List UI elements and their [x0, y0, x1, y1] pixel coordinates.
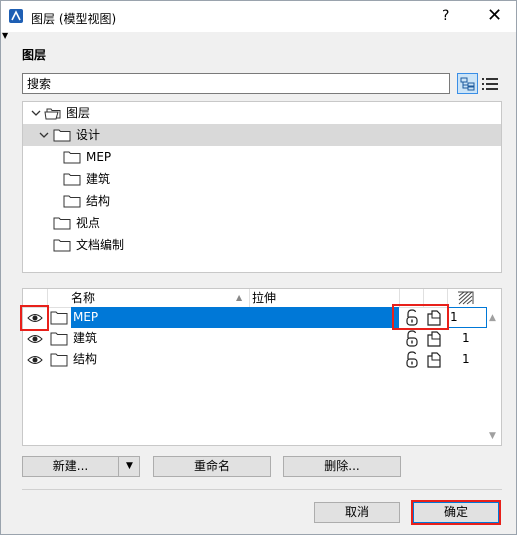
tree-item-mep[interactable]: MEP	[23, 146, 501, 168]
row-name: MEP	[73, 310, 99, 324]
cancel-button[interactable]: 取消	[314, 502, 400, 523]
folder-stack-icon	[44, 108, 61, 120]
list-view-icon[interactable]	[482, 76, 498, 92]
highlight-box-ok	[411, 500, 501, 525]
tree-item-architecture[interactable]: 建筑	[23, 168, 501, 190]
row-name[interactable]: 结构	[73, 349, 97, 370]
window-title: 图层 (模型视图)	[31, 12, 117, 26]
tree-item-documentation[interactable]: 文档编制	[23, 234, 501, 256]
tree-item-label: 图层	[66, 106, 91, 120]
folder-icon	[53, 129, 71, 142]
number-field-focus[interactable]	[447, 307, 487, 328]
table-row[interactable]: 结构 1	[23, 349, 485, 370]
chevron-down-icon[interactable]	[39, 130, 49, 140]
hatch-pattern-icon	[458, 291, 474, 305]
column-header-extend[interactable]: 拉伸	[252, 289, 277, 308]
chevron-down-icon[interactable]: ▼	[120, 457, 139, 476]
row-number[interactable]: 1	[462, 328, 470, 349]
column-divider	[249, 289, 250, 307]
folder-icon	[50, 353, 68, 367]
tree-item-label: 文档编制	[76, 238, 125, 252]
tree-item-label: 建筑	[86, 172, 111, 186]
chevron-down-icon[interactable]	[31, 108, 41, 118]
folder-icon	[50, 332, 68, 346]
sort-ascending-icon: ▲	[236, 289, 243, 308]
new-layer-button[interactable]: 新建... ▼	[22, 456, 140, 477]
collapse-arrow-icon[interactable]: ▼	[2, 31, 8, 40]
tree-view-icon	[460, 77, 475, 91]
eye-icon[interactable]	[27, 354, 43, 366]
wireframe-toggle-icon[interactable]	[427, 351, 441, 368]
folder-icon	[63, 173, 81, 186]
folder-icon	[53, 239, 71, 252]
folder-icon	[53, 217, 71, 230]
divider	[22, 489, 502, 490]
new-layer-label: 新建...	[52, 459, 89, 473]
tree-item-structure[interactable]: 结构	[23, 190, 501, 212]
tree-item-viewpoint[interactable]: 视点	[23, 212, 501, 234]
layer-tree[interactable]: 图层 设计 MEP 建筑 结构 视点 文档编制	[22, 101, 502, 273]
section-title: 图层	[22, 48, 47, 62]
tree-item-layers[interactable]: 图层	[23, 102, 501, 124]
layers-dialog: 图层 (模型视图) ? ✕ ▼ 图层 图层 设计	[0, 0, 517, 535]
app-icon	[9, 9, 23, 23]
scroll-up-button[interactable]: ▲	[489, 313, 496, 323]
unlocked-icon[interactable]	[405, 351, 419, 368]
search-field[interactable]	[22, 73, 450, 94]
title-bar: 图层 (模型视图) ? ✕	[1, 1, 516, 32]
scroll-down-button[interactable]: ▼	[489, 431, 496, 441]
folder-icon	[50, 311, 68, 325]
delete-button[interactable]: 删除...	[283, 456, 401, 477]
eye-icon[interactable]	[27, 333, 43, 345]
help-button[interactable]: ?	[442, 8, 449, 24]
row-number[interactable]: 1	[462, 349, 470, 370]
folder-icon	[63, 195, 81, 208]
tree-view-button[interactable]	[457, 73, 478, 94]
tree-item-label: 设计	[76, 128, 101, 142]
close-button[interactable]: ✕	[487, 5, 502, 26]
search-input[interactable]	[23, 74, 431, 93]
split-divider	[118, 457, 119, 476]
row-extend-cell[interactable]	[249, 307, 399, 328]
tree-item-design[interactable]: 设计	[23, 124, 501, 146]
table-row[interactable]: 建筑 1	[23, 328, 485, 349]
folder-icon	[63, 151, 81, 164]
tree-item-label: MEP	[86, 150, 112, 164]
tree-item-label: 视点	[76, 216, 101, 230]
unlocked-icon[interactable]	[405, 330, 419, 347]
row-name-cell[interactable]: MEP	[71, 307, 251, 328]
highlight-box-visibility	[20, 305, 49, 331]
row-name[interactable]: 建筑	[73, 328, 97, 349]
rename-button[interactable]: 重命名	[153, 456, 271, 477]
tree-item-label: 结构	[86, 194, 111, 208]
column-header-name[interactable]: 名称	[71, 289, 96, 308]
wireframe-toggle-icon[interactable]	[427, 330, 441, 347]
highlight-box-lock-wireframe	[392, 304, 449, 330]
